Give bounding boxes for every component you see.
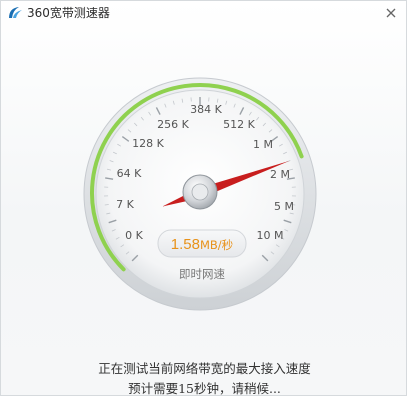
scale-label-512k: 512 K: [223, 118, 255, 131]
speed-test-window: 360宽带测速器: [0, 0, 407, 396]
scale-label-7k: 7 K: [116, 198, 134, 211]
scale-label-2m: 2 M: [270, 168, 290, 181]
speed-unit: MB/秒: [200, 238, 233, 252]
scale-label-64k: 64 K: [117, 167, 142, 180]
status-message: 正在测试当前网络带宽的最大接入速度: [1, 358, 407, 377]
speed-readout-text: 1.58MB/秒: [171, 236, 233, 253]
speed-value: 1.58: [171, 236, 200, 253]
scale-label-1m: 1 M: [253, 138, 273, 151]
gauge-tick: [105, 205, 109, 206]
scale-label-5m: 5 M: [274, 200, 294, 213]
scale-label-128k: 128 K: [132, 137, 164, 150]
scale-label-256k: 256 K: [157, 118, 189, 131]
status-estimate: 预计需要15秒钟，请稍候...: [1, 378, 407, 397]
speed-caption: 即时网速: [179, 267, 225, 281]
speed-gauge: 0 K 7 K 64 K 128 K 256 K 384 K 512 K 1 M…: [1, 1, 407, 397]
scale-label-384k: 384 K: [190, 103, 222, 116]
scale-label-0k: 0 K: [125, 229, 143, 242]
scale-label-10m: 10 M: [257, 229, 284, 242]
needle-hub-cap: [192, 184, 208, 200]
